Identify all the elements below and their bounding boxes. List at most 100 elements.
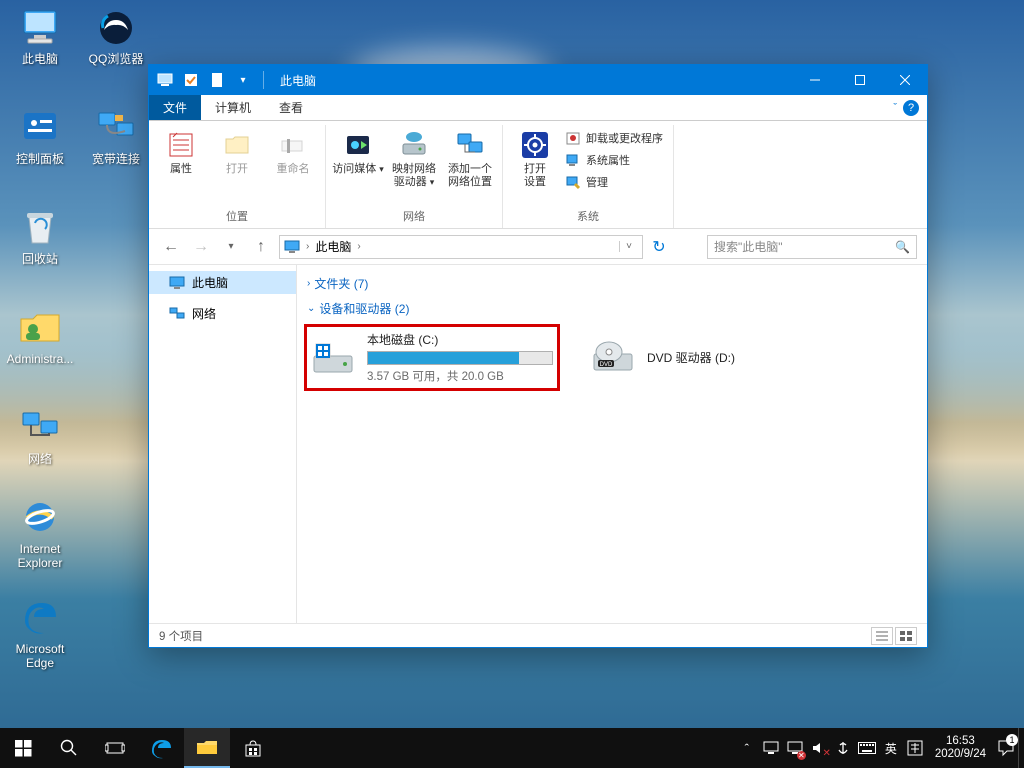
- tray-display-icon[interactable]: [759, 728, 783, 768]
- desktop-icon-ie[interactable]: Internet Explorer: [4, 496, 76, 571]
- drive-d[interactable]: DVD DVD 驱动器 (D:): [587, 327, 837, 388]
- address-bar[interactable]: › 此电脑 › ˅: [279, 235, 643, 259]
- nav-item-network[interactable]: 网络: [149, 302, 296, 325]
- ribbon-label: 访问媒体 ▾: [332, 163, 384, 176]
- taskbar-edge[interactable]: [138, 728, 184, 768]
- desktop-icon-control-panel[interactable]: 控制面板: [4, 106, 76, 166]
- minimize-button[interactable]: [792, 65, 837, 95]
- breadcrumb-chevron-icon[interactable]: ›: [306, 241, 309, 252]
- taskbar-task-view-button[interactable]: [92, 728, 138, 768]
- tray-ime-icon[interactable]: [831, 728, 855, 768]
- collapse-ribbon-icon[interactable]: ˇ: [893, 102, 897, 114]
- taskbar[interactable]: ˆ ✕ ✕ 英 16:53 2020/9/24 1: [0, 728, 1024, 768]
- explorer-window: ▾ 此电脑 文件 计算机 查看 ˇ ? 属性 打开 重命名 位置: [148, 64, 928, 648]
- search-input[interactable]: 搜索"此电脑" 🔍: [707, 235, 917, 259]
- desktop-icon-broadband[interactable]: 宽带连接: [80, 106, 152, 166]
- address-dropdown-icon[interactable]: ˅: [619, 241, 638, 252]
- desktop-icon-label: 回收站: [4, 252, 76, 266]
- refresh-button[interactable]: ↻: [647, 235, 671, 259]
- desktop-icon-label: Microsoft Edge: [4, 642, 76, 671]
- ribbon-open-settings[interactable]: 打开设置: [509, 125, 561, 188]
- ribbon-properties[interactable]: 属性: [155, 125, 207, 176]
- pc-icon[interactable]: [155, 70, 175, 90]
- help-icon[interactable]: ?: [903, 100, 919, 116]
- ribbon-group-label: 位置: [226, 206, 248, 228]
- nav-item-this-pc[interactable]: 此电脑: [149, 271, 296, 294]
- tray-volume-icon[interactable]: ✕: [807, 728, 831, 768]
- taskbar-file-explorer[interactable]: [184, 728, 230, 768]
- search-placeholder: 搜索"此电脑": [714, 238, 783, 255]
- breadcrumb[interactable]: 此电脑: [315, 238, 351, 255]
- nav-back-button[interactable]: ←: [159, 235, 183, 259]
- ribbon-group-label: 系统: [577, 206, 599, 228]
- drive-list: 本地磁盘 (C:) 3.57 GB 可用，共 20.0 GB DVD DVD 驱…: [307, 321, 917, 400]
- ribbon-uninstall-programs[interactable]: 卸载或更改程序: [561, 127, 667, 149]
- ribbon-map-drive[interactable]: 映射网络驱动器 ▾: [388, 125, 440, 188]
- nav-up-button[interactable]: ↑: [249, 235, 273, 259]
- qat-item[interactable]: [207, 70, 227, 90]
- ribbon-manage[interactable]: 管理: [561, 171, 667, 193]
- system-clock[interactable]: 16:53 2020/9/24: [927, 735, 994, 761]
- group-header-folders[interactable]: › 文件夹 (7): [307, 271, 917, 296]
- ribbon-group-system: 打开设置 卸载或更改程序 系统属性 管理 系统: [503, 125, 674, 228]
- desktop-icon-recycle-bin[interactable]: 回收站: [4, 206, 76, 266]
- tray-ime-lang[interactable]: 英: [879, 728, 903, 768]
- titlebar[interactable]: ▾ 此电脑: [149, 65, 927, 95]
- tray-network-icon[interactable]: ✕: [783, 728, 807, 768]
- ribbon-system-properties[interactable]: 系统属性: [561, 149, 667, 171]
- pc-icon: [19, 6, 61, 48]
- file-menu[interactable]: 文件: [149, 95, 201, 120]
- navigation-pane[interactable]: 此电脑 网络: [149, 265, 297, 623]
- ribbon-group-location: 属性 打开 重命名 位置: [149, 125, 326, 228]
- qq-browser-icon: [95, 6, 137, 48]
- desktop-icon-edge[interactable]: Microsoft Edge: [4, 596, 76, 671]
- nav-item-label: 此电脑: [192, 274, 228, 291]
- tab-view[interactable]: 查看: [265, 95, 317, 120]
- content-pane[interactable]: › 文件夹 (7) ⌄ 设备和驱动器 (2) 本地磁盘 (C:) 3.57 GB…: [297, 265, 927, 623]
- maximize-button[interactable]: [837, 65, 882, 95]
- desktop-icon-network[interactable]: 网络: [4, 406, 76, 466]
- rename-icon: [277, 129, 309, 161]
- group-label: 设备和驱动器 (2): [319, 300, 409, 317]
- desktop-icon-qq-browser[interactable]: QQ浏览器: [80, 6, 152, 66]
- action-center-button[interactable]: 1: [994, 728, 1018, 768]
- tray-overflow-button[interactable]: ˆ: [735, 728, 759, 768]
- breadcrumb-chevron-icon[interactable]: ›: [357, 241, 360, 252]
- ribbon-small-label: 系统属性: [586, 152, 630, 168]
- drive-free-text: 3.57 GB 可用，共 20.0 GB: [367, 368, 553, 384]
- properties-icon: [165, 129, 197, 161]
- nav-item-label: 网络: [192, 305, 216, 322]
- qat-item[interactable]: [181, 70, 201, 90]
- recycle-bin-icon: [19, 206, 61, 248]
- desktop-icon-administrator[interactable]: Administra...: [4, 306, 76, 366]
- taskbar-store[interactable]: [230, 728, 276, 768]
- explorer-body: 此电脑 网络 › 文件夹 (7) ⌄ 设备和驱动器 (2) 本地磁盘 (C:): [149, 265, 927, 623]
- desktop-icon-label: 网络: [4, 452, 76, 466]
- group-header-drives[interactable]: ⌄ 设备和驱动器 (2): [307, 296, 917, 321]
- ribbon-add-network-location[interactable]: 添加一个网络位置: [444, 125, 496, 188]
- chevron-down-icon: ⌄: [307, 303, 315, 314]
- ribbon-label: 属性: [170, 163, 192, 176]
- desktop-icon-this-pc[interactable]: 此电脑: [4, 6, 76, 66]
- nav-recent-dropdown[interactable]: ▾: [219, 235, 243, 259]
- tab-computer[interactable]: 计算机: [201, 95, 265, 120]
- close-button[interactable]: [882, 65, 927, 95]
- status-bar: 9 个项目: [149, 623, 927, 647]
- ribbon-access-media[interactable]: 访问媒体 ▾: [332, 125, 384, 176]
- divider: [263, 71, 264, 89]
- search-icon: 🔍: [895, 240, 910, 254]
- qat-dropdown-icon[interactable]: ▾: [233, 70, 253, 90]
- manage-icon: [565, 174, 581, 190]
- start-button[interactable]: [0, 728, 46, 768]
- show-desktop-button[interactable]: [1018, 728, 1024, 768]
- usage-fill: [368, 352, 519, 364]
- tray-ime-mode[interactable]: [903, 728, 927, 768]
- view-large-icons-button[interactable]: [895, 627, 917, 645]
- menu-bar: 文件 计算机 查看 ˇ ?: [149, 95, 927, 121]
- drive-info: 本地磁盘 (C:) 3.57 GB 可用，共 20.0 GB: [367, 331, 553, 384]
- nav-forward-button[interactable]: →: [189, 235, 213, 259]
- tray-keyboard-icon[interactable]: [855, 728, 879, 768]
- taskbar-search-button[interactable]: [46, 728, 92, 768]
- view-details-button[interactable]: [871, 627, 893, 645]
- drive-c[interactable]: 本地磁盘 (C:) 3.57 GB 可用，共 20.0 GB: [307, 327, 557, 388]
